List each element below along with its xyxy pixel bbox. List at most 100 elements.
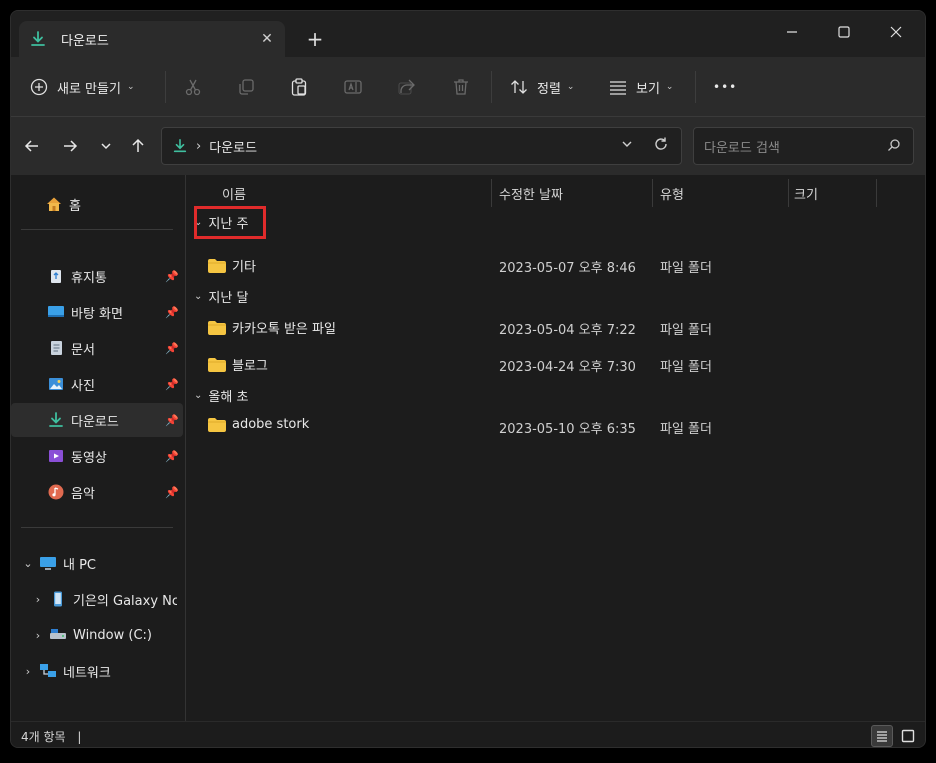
chevron-right-icon[interactable]: › bbox=[31, 629, 45, 642]
document-icon bbox=[51, 341, 62, 355]
share-button[interactable] bbox=[397, 71, 417, 103]
file-date: 2023-05-04 오후 7:22 bbox=[499, 323, 636, 338]
sidebar-divider bbox=[21, 527, 173, 528]
chevron-down-icon bbox=[101, 143, 111, 150]
column-header-type[interactable]: 유형 bbox=[660, 179, 684, 207]
tab-close-button[interactable]: ✕ bbox=[257, 29, 277, 49]
cut-icon bbox=[185, 79, 201, 96]
group-label: 지난 달 bbox=[208, 290, 249, 306]
maximize-button[interactable] bbox=[821, 17, 867, 47]
chevron-right-icon[interactable]: › bbox=[31, 593, 45, 606]
column-divider[interactable] bbox=[491, 179, 492, 207]
sidebar-item-label: 기은의 Galaxy Nc bbox=[73, 593, 177, 609]
recent-locations-button[interactable] bbox=[93, 133, 119, 159]
sidebar-item-recycle-bin[interactable]: 휴지통 📌 bbox=[11, 259, 183, 293]
tiles-view-button[interactable] bbox=[897, 725, 919, 747]
address-dropdown-button[interactable] bbox=[621, 138, 633, 153]
back-button[interactable] bbox=[19, 133, 45, 159]
file-name-label: 카카오톡 받은 파일 bbox=[232, 322, 336, 337]
file-type: 파일 폴더 bbox=[660, 261, 712, 276]
table-row[interactable]: 기타 2023-05-07 오후 8:46 파일 폴더 bbox=[186, 248, 925, 282]
chevron-right-icon[interactable]: › bbox=[21, 665, 35, 678]
table-row[interactable]: adobe stork 2023-05-10 오후 6:35 파일 폴더 bbox=[186, 409, 925, 443]
paste-button[interactable] bbox=[289, 71, 309, 103]
table-row[interactable]: 카카오톡 받은 파일 2023-05-04 오후 7:22 파일 폴더 bbox=[186, 310, 925, 344]
download-icon bbox=[173, 138, 187, 153]
pin-icon: 📌 bbox=[165, 377, 179, 391]
drive-icon bbox=[50, 629, 66, 639]
view-button[interactable]: 보기 ⌄ bbox=[608, 71, 673, 103]
file-name: 카카오톡 받은 파일 bbox=[208, 318, 336, 337]
details-view-button[interactable] bbox=[871, 725, 893, 747]
sidebar-item-pictures[interactable]: 사진 📌 bbox=[11, 367, 183, 401]
copy-button[interactable] bbox=[236, 71, 256, 103]
column-header-size[interactable]: 크기 bbox=[794, 179, 818, 207]
sidebar-item-videos[interactable]: 동영상 📌 bbox=[11, 439, 183, 473]
sidebar-divider bbox=[21, 229, 173, 230]
paste-icon bbox=[291, 78, 307, 96]
file-name: 블로그 bbox=[208, 355, 268, 374]
status-bar: 4개 항목 | bbox=[11, 721, 925, 747]
sort-button[interactable]: 정렬 ⌄ bbox=[509, 71, 574, 103]
arrow-right-icon bbox=[64, 140, 78, 152]
minimize-button[interactable] bbox=[769, 17, 815, 47]
up-button[interactable] bbox=[125, 133, 151, 159]
cut-button[interactable] bbox=[183, 71, 203, 103]
breadcrumb-current[interactable]: 다운로드 bbox=[209, 137, 257, 156]
item-count: 4개 항목 | bbox=[21, 728, 81, 745]
new-tab-button[interactable]: + bbox=[303, 29, 327, 53]
table-row[interactable]: 블로그 2023-04-24 오후 7:30 파일 폴더 bbox=[186, 347, 925, 381]
copy-icon bbox=[239, 79, 254, 95]
navigation-pane: 홈 휴지통 📌 바탕 화면 📌 문서 📌 사진 📌 다운로드 📌 동영상 📌 음… bbox=[11, 175, 185, 721]
refresh-button[interactable] bbox=[653, 136, 669, 156]
music-icon bbox=[48, 484, 64, 500]
column-divider[interactable] bbox=[652, 179, 653, 207]
address-bar[interactable]: › 다운로드 bbox=[161, 127, 682, 165]
toolbar-divider bbox=[165, 71, 166, 103]
minimize-icon bbox=[787, 31, 797, 33]
sidebar-item-music[interactable]: 음악 📌 bbox=[11, 475, 183, 509]
sidebar-item-label: 홈 bbox=[69, 198, 81, 214]
group-header-last-month[interactable]: ⌄ 지난 달 bbox=[194, 283, 248, 309]
column-divider[interactable] bbox=[788, 179, 789, 207]
sidebar-item-home[interactable]: 홈 bbox=[11, 187, 183, 221]
item-count-label: 4개 항목 bbox=[21, 730, 66, 744]
column-divider[interactable] bbox=[876, 179, 877, 207]
new-button[interactable]: 새로 만들기 ⌄ bbox=[29, 71, 134, 103]
file-list: 이름 수정한 날짜 유형 크기 ⌄ 지난 주 기타 2023-05-07 오후 … bbox=[186, 175, 925, 721]
sidebar-item-label: 동영상 bbox=[71, 450, 107, 466]
close-window-button[interactable] bbox=[873, 17, 919, 47]
rename-button[interactable] bbox=[343, 71, 363, 103]
file-explorer-window: 다운로드 ✕ + 새로 만들기 ⌄ 정렬 ⌄ 보기 ⌄ ••• › 다운로드 다… bbox=[10, 10, 926, 748]
file-name: 기타 bbox=[208, 256, 256, 275]
toolbar-divider bbox=[695, 71, 696, 103]
refresh-icon bbox=[655, 137, 667, 150]
new-button-label: 새로 만들기 bbox=[57, 81, 121, 97]
sidebar-item-downloads[interactable]: 다운로드 📌 bbox=[11, 403, 183, 437]
phone-icon bbox=[54, 591, 62, 607]
sidebar-item-drive-c[interactable]: › Window (C:) bbox=[11, 618, 183, 652]
sidebar-item-this-pc[interactable]: ⌄ 내 PC bbox=[11, 546, 183, 580]
sidebar-item-documents[interactable]: 문서 📌 bbox=[11, 331, 183, 365]
chevron-down-icon[interactable]: ⌄ bbox=[21, 557, 35, 570]
file-date: 2023-04-24 오후 7:30 bbox=[499, 360, 636, 375]
close-icon bbox=[890, 26, 902, 38]
column-header-name[interactable]: 이름 bbox=[222, 179, 246, 207]
more-options-button[interactable]: ••• bbox=[713, 71, 737, 103]
plus-circle-icon bbox=[30, 78, 48, 96]
file-type: 파일 폴더 bbox=[660, 360, 712, 375]
monitor-icon bbox=[40, 557, 56, 570]
search-box[interactable]: 다운로드 검색 bbox=[693, 127, 914, 165]
sidebar-item-galaxy-device[interactable]: › 기은의 Galaxy Nc bbox=[11, 582, 183, 616]
delete-button[interactable] bbox=[451, 71, 471, 103]
desktop-icon bbox=[48, 306, 64, 317]
tab-downloads[interactable]: 다운로드 ✕ bbox=[19, 21, 285, 57]
file-date: 2023-05-07 오후 8:46 bbox=[499, 261, 636, 276]
column-header-date[interactable]: 수정한 날짜 bbox=[499, 179, 563, 207]
breadcrumb-separator: › bbox=[196, 138, 202, 154]
forward-button[interactable] bbox=[57, 133, 83, 159]
sidebar-item-desktop[interactable]: 바탕 화면 📌 bbox=[11, 295, 183, 329]
sidebar-item-network[interactable]: › 네트워크 bbox=[11, 654, 183, 688]
sort-icon bbox=[511, 80, 527, 94]
group-header-earlier-this-year[interactable]: ⌄ 올해 초 bbox=[194, 382, 248, 408]
